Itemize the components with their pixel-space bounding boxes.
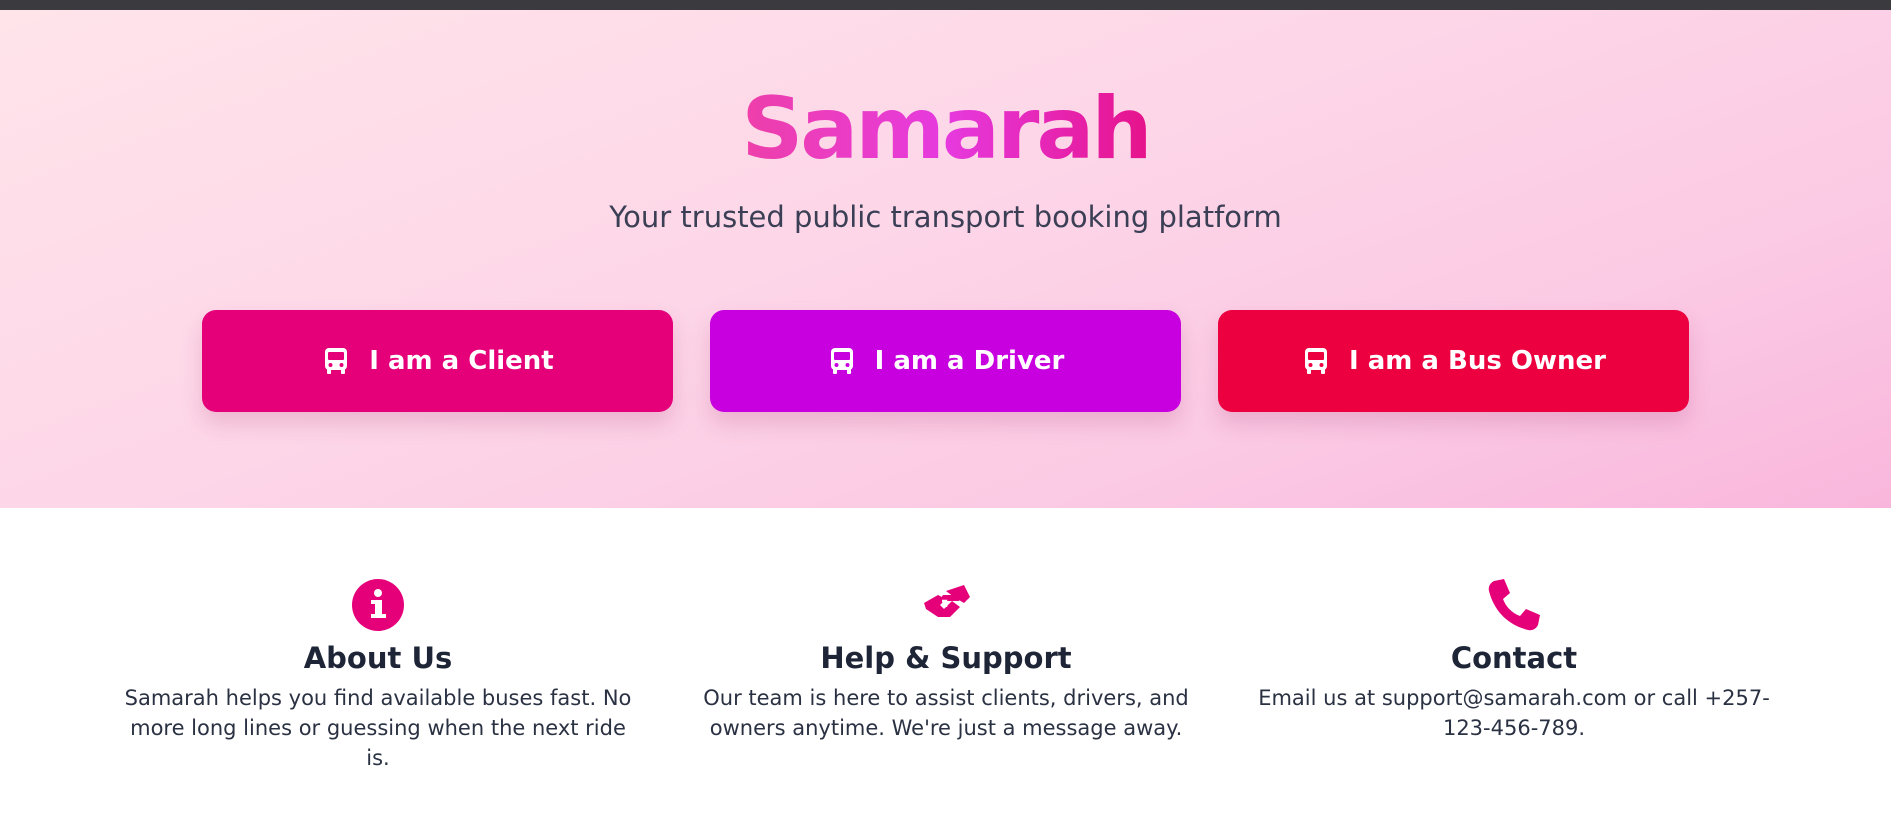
brand-title: Samarah xyxy=(0,82,1891,177)
driver-role-button[interactable]: I am a Driver xyxy=(710,310,1181,412)
bus-icon xyxy=(830,348,853,374)
help-support-section: Help & Support Our team is here to assis… xyxy=(686,575,1206,743)
client-role-label: I am a Client xyxy=(369,346,554,376)
hero-section: Samarah Your trusted public transport bo… xyxy=(0,10,1891,508)
top-bar xyxy=(0,0,1891,10)
about-us-title: About Us xyxy=(303,641,453,675)
help-support-text: Our team is here to assist clients, driv… xyxy=(703,686,1189,740)
bus-icon xyxy=(1305,348,1328,374)
bus-owner-role-label: I am a Bus Owner xyxy=(1349,346,1606,376)
help-support-title: Help & Support xyxy=(820,641,1072,675)
contact-title: Contact xyxy=(1450,641,1578,675)
handshake-icon xyxy=(924,585,970,617)
about-us-section: About Us Samarah helps you find availabl… xyxy=(118,575,638,773)
brand-title-text: Samarah xyxy=(741,79,1152,179)
tagline: Your trusted public transport booking pl… xyxy=(609,200,1282,234)
phone-icon xyxy=(1488,579,1540,631)
bus-owner-role-button[interactable]: I am a Bus Owner xyxy=(1218,310,1689,412)
contact-section: Contact Email us at support@samarah.com … xyxy=(1254,575,1774,743)
about-us-text: Samarah helps you find available buses f… xyxy=(124,686,632,770)
driver-role-label: I am a Driver xyxy=(874,346,1065,376)
contact-text: Email us at support@samarah.com or call … xyxy=(1258,686,1770,740)
info-circle-icon xyxy=(352,579,404,631)
bus-icon xyxy=(325,348,348,374)
client-role-button[interactable]: I am a Client xyxy=(202,310,673,412)
